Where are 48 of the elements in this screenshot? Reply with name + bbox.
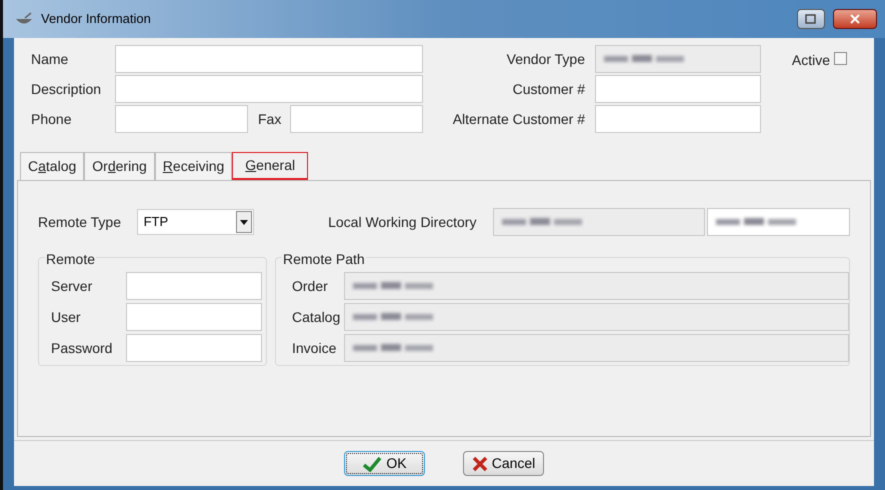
text-field[interactable]	[126, 334, 262, 362]
bowl-icon	[15, 12, 33, 26]
field-label: Name	[31, 50, 70, 68]
cancel-button[interactable]: Cancel	[463, 451, 544, 476]
field-label: Active	[792, 51, 830, 70]
field-label: Description	[31, 80, 102, 99]
text-field[interactable]	[706, 208, 850, 236]
field-label: User	[51, 308, 82, 326]
field-label: Invoice	[292, 338, 338, 358]
tab[interactable]: Catalog	[20, 152, 84, 180]
x-icon	[472, 456, 488, 472]
field-label: Fax	[258, 110, 282, 128]
remote-type-dropdown[interactable]: FTP	[136, 209, 254, 235]
field-label: Phone	[31, 110, 72, 128]
text-field[interactable]	[493, 208, 705, 236]
dropdown-value: FTP	[144, 213, 170, 232]
text-field[interactable]	[595, 75, 761, 103]
text-field[interactable]	[290, 105, 423, 133]
field-label: Alternate Customer #	[452, 110, 586, 128]
text-field[interactable]	[126, 303, 262, 331]
text-field[interactable]	[115, 45, 423, 73]
window-title: Vendor Information	[41, 10, 152, 28]
field-label: Server	[51, 276, 94, 296]
active-checkbox[interactable]	[834, 52, 847, 65]
field-label: Vendor Type	[506, 50, 586, 69]
field-label: Password	[51, 338, 114, 358]
caret-icon	[240, 220, 248, 224]
text-field[interactable]	[344, 272, 849, 300]
ok-button[interactable]: OK	[344, 451, 425, 476]
field-label: Order	[292, 276, 329, 296]
text-field[interactable]	[115, 105, 248, 133]
close-icon	[850, 14, 860, 24]
text-field[interactable]	[115, 75, 423, 103]
text-field[interactable]	[126, 272, 262, 300]
field-label: Remote Type	[38, 212, 122, 232]
check-icon	[362, 456, 382, 472]
text-field[interactable]	[595, 105, 761, 133]
close-button[interactable]	[833, 9, 877, 29]
field-label: Local Working Directory	[328, 212, 478, 232]
restore-button[interactable]	[797, 9, 825, 29]
tab[interactable]: General	[232, 152, 308, 180]
field-label: Customer #	[512, 80, 586, 98]
text-field[interactable]	[344, 303, 849, 331]
tab[interactable]: Receiving	[154, 152, 232, 180]
tab[interactable]: Ordering	[84, 152, 155, 180]
restore-icon	[805, 14, 817, 24]
field-label: Catalog	[292, 308, 342, 327]
text-field[interactable]	[344, 334, 849, 362]
